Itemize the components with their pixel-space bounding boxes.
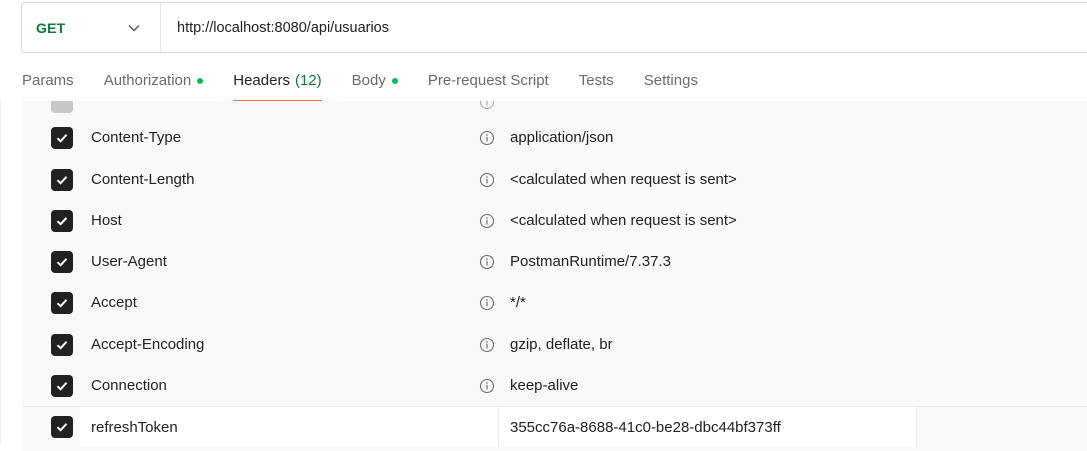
tab-params[interactable]: Params bbox=[22, 60, 74, 102]
header-key: Connection bbox=[91, 377, 167, 394]
modified-dot-icon bbox=[391, 77, 398, 84]
tab-label: Tests bbox=[578, 72, 614, 89]
request-url-bar: GET bbox=[21, 2, 1087, 53]
header-value: application/json bbox=[510, 129, 614, 146]
info-icon[interactable] bbox=[479, 130, 495, 146]
table-row: Content-Type application/json bbox=[22, 117, 1087, 158]
header-value: <calculated when request is sent> bbox=[510, 171, 737, 188]
modified-dot-icon bbox=[197, 77, 204, 84]
table-row: refreshToken 355cc76a-8688-41c0-be28-dbc… bbox=[22, 406, 1087, 447]
info-icon[interactable] bbox=[479, 172, 495, 188]
tab-body[interactable]: Body bbox=[352, 60, 398, 102]
info-icon bbox=[479, 101, 495, 110]
header-value: PostmanRuntime/7.37.3 bbox=[510, 253, 671, 270]
tab-label: Pre-request Script bbox=[427, 72, 549, 89]
header-value[interactable]: 355cc76a-8688-41c0-be28-dbc44bf373ff bbox=[510, 419, 781, 436]
header-key[interactable]: refreshToken bbox=[91, 419, 178, 436]
header-checkbox[interactable] bbox=[51, 209, 73, 232]
headers-table: Content-Type application/json Content-Le… bbox=[22, 101, 1087, 451]
tab-authorization[interactable]: Authorization bbox=[104, 60, 204, 102]
table-row: Accept */* bbox=[22, 282, 1087, 323]
tab-label: Headers bbox=[233, 72, 290, 89]
table-row: Accept-Encoding gzip, deflate, br bbox=[22, 324, 1087, 365]
header-checkbox[interactable] bbox=[51, 101, 73, 113]
header-checkbox[interactable] bbox=[51, 126, 73, 149]
info-icon[interactable] bbox=[479, 295, 495, 311]
header-value: keep-alive bbox=[510, 377, 579, 394]
header-checkbox[interactable] bbox=[51, 416, 73, 438]
tab-pre-request-script[interactable]: Pre-request Script bbox=[428, 60, 549, 102]
url-input[interactable] bbox=[161, 3, 1087, 52]
tab-label: Authorization bbox=[103, 72, 192, 89]
panel-divider bbox=[0, 100, 1, 445]
tab-label: Body bbox=[351, 72, 386, 89]
tab-settings[interactable]: Settings bbox=[644, 60, 698, 102]
tab-label: Params bbox=[22, 72, 74, 89]
header-checkbox[interactable] bbox=[51, 250, 73, 273]
method-select[interactable]: GET bbox=[22, 3, 161, 52]
info-icon[interactable] bbox=[479, 213, 495, 229]
header-key: Content-Length bbox=[91, 171, 195, 188]
tab-count: (12) bbox=[294, 72, 322, 89]
header-value: */* bbox=[510, 294, 526, 311]
table-row: Host <calculated when request is sent> bbox=[22, 200, 1087, 241]
table-row: Content-Length <calculated when request … bbox=[22, 159, 1087, 200]
tab-tests[interactable]: Tests bbox=[579, 60, 614, 102]
header-value: <calculated when request is sent> bbox=[510, 212, 737, 229]
header-checkbox[interactable] bbox=[51, 168, 73, 191]
header-checkbox[interactable] bbox=[51, 374, 73, 397]
header-checkbox[interactable] bbox=[51, 333, 73, 356]
header-key: Host bbox=[91, 212, 122, 229]
table-row: Connection keep-alive bbox=[22, 365, 1087, 406]
header-key: Accept bbox=[91, 294, 137, 311]
tab-label: Settings bbox=[643, 72, 698, 89]
header-value: gzip, deflate, br bbox=[510, 336, 613, 353]
method-label: GET bbox=[36, 19, 66, 36]
info-icon[interactable] bbox=[479, 337, 495, 353]
header-checkbox[interactable] bbox=[51, 291, 73, 314]
info-icon[interactable] bbox=[479, 254, 495, 270]
header-key: Accept-Encoding bbox=[91, 336, 205, 353]
table-row: User-Agent PostmanRuntime/7.37.3 bbox=[22, 241, 1087, 282]
tab-headers[interactable]: Headers (12) bbox=[233, 60, 323, 102]
request-tabs: Params Authorization Headers (12) Body P… bbox=[22, 60, 728, 102]
header-key: Content-Type bbox=[91, 129, 182, 146]
info-icon[interactable] bbox=[479, 378, 495, 394]
chevron-down-icon bbox=[128, 22, 140, 34]
header-key: User-Agent bbox=[91, 253, 167, 270]
